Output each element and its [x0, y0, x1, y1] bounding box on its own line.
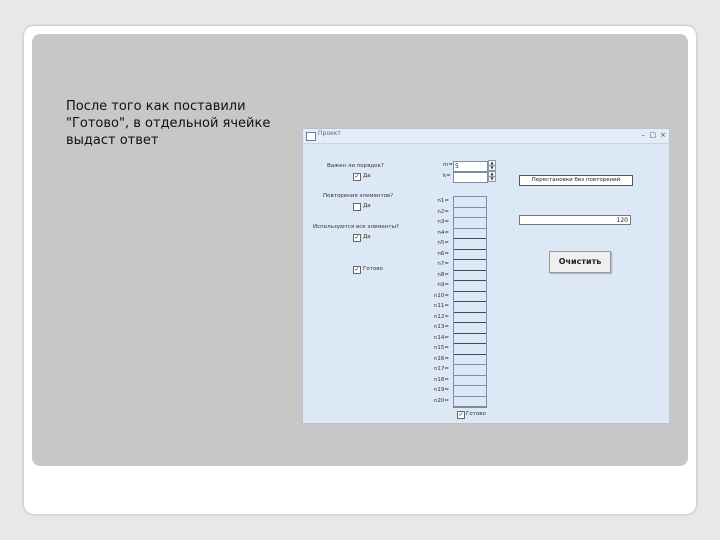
grid-cell[interactable]: [454, 376, 486, 386]
grid-cell[interactable]: [454, 344, 486, 355]
app-window: Проект – □ × Важен ли порядок? ✓ Да Повт…: [302, 128, 670, 424]
n-label: n7=: [437, 261, 449, 267]
n-label: n5=: [437, 240, 449, 246]
question-repeat-label: Повторения элементов?: [323, 193, 394, 199]
app-icon: [306, 132, 316, 141]
n-label: n8=: [437, 271, 449, 278]
n-label: n17=: [433, 366, 449, 372]
ready-checkbox[interactable]: ✓: [353, 266, 361, 274]
n-label: n2=: [437, 208, 449, 215]
grid-cell[interactable]: [454, 386, 486, 397]
result-field[interactable]: 120: [519, 215, 631, 225]
bottom-ready-checkbox[interactable]: ✓: [457, 411, 465, 419]
grid-cell[interactable]: [454, 313, 486, 323]
grid-cell[interactable]: [454, 397, 486, 407]
ready-checkbox-label: Готово: [363, 266, 383, 272]
k-spin-down-icon[interactable]: ▼: [488, 176, 496, 182]
grid-cell[interactable]: [454, 355, 486, 365]
slide: После того как поставили "Готово", в отд…: [24, 26, 696, 514]
bottom-ready-label: Готово: [466, 411, 486, 417]
grid-cell[interactable]: [454, 271, 486, 281]
n-label: n4=: [437, 229, 449, 236]
m-input[interactable]: 5: [453, 161, 488, 172]
n-label: n20=: [433, 397, 449, 404]
repeat-checkbox-label: Да: [363, 203, 371, 209]
all-checkbox[interactable]: ✓: [353, 234, 361, 242]
grid-cell[interactable]: [454, 323, 486, 334]
grid-cell[interactable]: [454, 208, 486, 218]
n-label: n10=: [433, 292, 449, 299]
question-order-label: Важен ли порядок?: [327, 163, 384, 169]
question-all-label: Используются все элементы?: [313, 224, 399, 230]
n-label: n19=: [433, 387, 449, 393]
all-checkbox-label: Да: [363, 234, 371, 240]
grid-cell[interactable]: [454, 197, 486, 208]
window-title: Проект: [318, 130, 341, 137]
grid-cell[interactable]: [454, 239, 486, 250]
maximize-button[interactable]: □: [649, 130, 656, 140]
n-label: n16=: [433, 355, 449, 362]
n-label: n18=: [433, 376, 449, 383]
n-label: n13=: [433, 324, 449, 330]
slide-content-panel: После того как поставили "Готово", в отд…: [32, 34, 688, 466]
n-label: n11=: [433, 303, 449, 309]
grid-cell[interactable]: [454, 365, 486, 376]
m-label: m=: [443, 162, 453, 168]
close-button[interactable]: ×: [660, 130, 666, 140]
n-label: n3=: [437, 219, 449, 225]
n-label: n1=: [437, 198, 449, 204]
grid-cell[interactable]: [454, 229, 486, 239]
n-label: n9=: [437, 282, 449, 288]
repeat-checkbox[interactable]: [353, 203, 361, 211]
clear-button[interactable]: Очистить: [549, 251, 611, 273]
grid-cell[interactable]: [454, 292, 486, 302]
order-checkbox[interactable]: ✓: [353, 173, 361, 181]
grid-cell[interactable]: [454, 218, 486, 229]
n-label: n15=: [433, 345, 449, 351]
k-label: k=: [443, 173, 451, 179]
k-input[interactable]: [453, 172, 488, 183]
n-label: n6=: [437, 250, 449, 257]
grid-cell[interactable]: [454, 260, 486, 271]
grid-cell[interactable]: [454, 250, 486, 260]
slide-caption: После того как поставили "Готово", в отд…: [66, 99, 271, 148]
n-label: n14=: [433, 334, 449, 341]
grid-cell[interactable]: [454, 281, 486, 292]
window-titlebar[interactable]: Проект – □ ×: [303, 129, 669, 144]
grid-cell[interactable]: [454, 302, 486, 313]
combination-type-field[interactable]: Перестановки без повторений: [519, 175, 633, 186]
n-label: n12=: [433, 313, 449, 320]
minimize-button[interactable]: –: [642, 130, 646, 140]
order-checkbox-label: Да: [363, 173, 371, 179]
elements-grid: [453, 196, 487, 408]
grid-cell[interactable]: [454, 334, 486, 344]
